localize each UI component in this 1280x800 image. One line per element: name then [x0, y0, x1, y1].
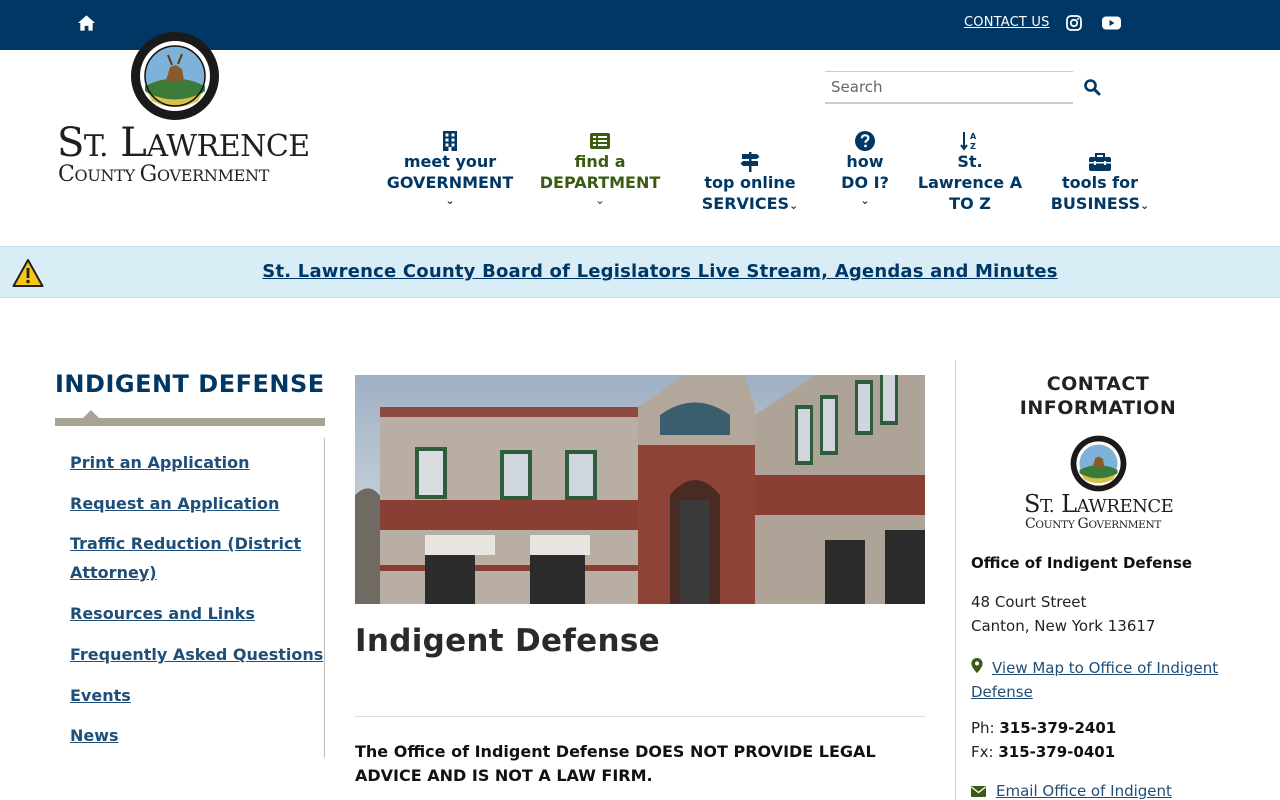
phone-number: Ph: 315-379-2401: [971, 719, 1117, 737]
nav-label-line1: how: [846, 152, 884, 171]
instagram-icon[interactable]: [1066, 15, 1082, 31]
contact-logo-line2: COUNTY GOVERNMENT: [1025, 516, 1162, 532]
nav-label-line1: St.: [957, 152, 983, 171]
contact-heading: CONTACT INFORMATION: [1019, 373, 1177, 419]
alert-link[interactable]: St. Lawrence County Board of Legislators…: [0, 261, 1280, 282]
chevron-down-icon: ⌄: [445, 194, 455, 207]
nav-tools-for-business[interactable]: tools for BUSINESS⌄: [1042, 152, 1158, 216]
building-photo: [355, 375, 925, 604]
sort-az-icon: A Z: [960, 132, 977, 151]
sidebar-link-print-application[interactable]: Print an Application: [70, 448, 330, 477]
nav-label-line1: find a: [574, 152, 626, 171]
nav-label-line2: GOVERNMENT: [386, 173, 514, 192]
contact-us-link[interactable]: CONTACT US: [964, 15, 1050, 30]
sidebar-title-notch: [83, 410, 99, 418]
toolbox-icon: [1089, 153, 1111, 171]
svg-text:A: A: [970, 132, 977, 141]
svg-text:Z: Z: [970, 142, 976, 151]
question-icon: [855, 131, 875, 151]
view-map-link[interactable]: View Map to Office of Indigent Defense: [971, 656, 1231, 704]
logo-wordmark-line2[interactable]: COUNTY GOVERNMENT: [58, 162, 269, 187]
youtube-icon[interactable]: [1102, 15, 1121, 31]
nav-label-line3: TO Z: [949, 194, 991, 213]
nav-label-line1: meet your: [403, 152, 497, 171]
address-line1: 48 Court Street: [971, 593, 1087, 611]
building-icon: [443, 131, 457, 151]
title-divider: [355, 716, 925, 717]
list-icon: [590, 133, 610, 149]
fax-number: Fx: 315-379-0401: [971, 743, 1116, 761]
nav-label-line1: tools for: [1061, 173, 1139, 192]
right-column-divider: [955, 360, 956, 800]
nav-label-line2: DO I?: [841, 173, 889, 192]
nav-label-line2: BUSINESS: [1050, 194, 1141, 213]
chevron-down-icon: ⌄: [595, 194, 605, 207]
signpost-icon: [740, 152, 760, 172]
search-icon[interactable]: [1083, 78, 1101, 96]
logo-wordmark-line1[interactable]: ST. LAWRENCE: [57, 120, 310, 166]
email-link[interactable]: Email Office of Indigent: [996, 782, 1172, 800]
nav-label-line2: DEPARTMENT: [539, 173, 661, 192]
sidebar-link-faq[interactable]: Frequently Asked Questions: [70, 640, 340, 669]
search-input[interactable]: [825, 71, 1073, 104]
chevron-down-icon: ⌄: [860, 194, 870, 207]
office-name: Office of Indigent Defense: [971, 554, 1193, 572]
nav-label-line2: SERVICES: [701, 194, 790, 213]
nav-label-line1: top online: [704, 173, 796, 192]
disclaimer-text: The Office of Indigent Defense DOES NOT …: [355, 742, 876, 785]
nav-a-to-z[interactable]: A Z St. Lawrence A TO Z: [912, 131, 1028, 214]
chevron-down-icon: ⌄: [1140, 199, 1150, 212]
sidebar-title: INDIGENT DEFENSE: [55, 370, 325, 398]
nav-how-do-i[interactable]: how DO I? ⌄: [834, 131, 896, 209]
nav-meet-your-government[interactable]: meet your GOVERNMENT ⌄: [386, 131, 514, 209]
county-seal-small: [1070, 435, 1127, 492]
nav-top-online-services[interactable]: top online SERVICES⌄: [690, 152, 810, 216]
envelope-icon: [971, 786, 986, 797]
contact-logo-line1: ST. LAWRENCE: [1024, 490, 1174, 518]
sidebar-divider: [324, 438, 325, 758]
nav-find-a-department[interactable]: find a DEPARTMENT ⌄: [538, 131, 662, 209]
alert-banner: St. Lawrence County Board of Legislators…: [0, 246, 1280, 298]
page-title: Indigent Defense: [355, 623, 660, 659]
home-icon[interactable]: [77, 14, 96, 32]
sidebar-link-resources[interactable]: Resources and Links: [70, 599, 330, 628]
address-line2: Canton, New York 13617: [971, 617, 1156, 635]
sidebar-link-news[interactable]: News: [70, 721, 330, 750]
sidebar-link-request-application[interactable]: Request an Application: [70, 489, 330, 518]
sidebar-link-events[interactable]: Events: [70, 681, 330, 710]
nav-label-line2: Lawrence A: [917, 173, 1023, 192]
chevron-down-icon: ⌄: [789, 199, 799, 212]
sidebar-title-underline: [55, 418, 325, 426]
sidebar-link-traffic-reduction[interactable]: Traffic Reduction (District Attorney): [70, 529, 320, 587]
county-seal-logo[interactable]: [130, 31, 220, 121]
